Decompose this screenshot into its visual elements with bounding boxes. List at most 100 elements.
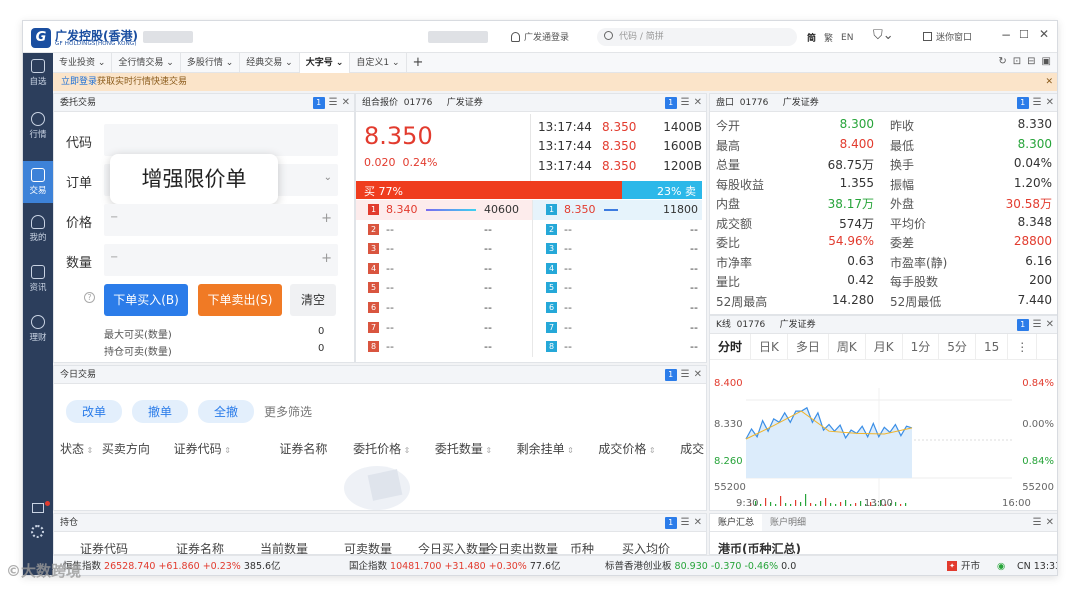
stock-code[interactable]: 01776 — [404, 98, 433, 108]
menu-icon[interactable]: ☰ — [1033, 517, 1042, 529]
close-panel-icon[interactable]: ✕ — [342, 97, 350, 109]
menu-icon[interactable]: ☰ — [1033, 97, 1042, 109]
table-column-header[interactable]: 证券名称 — [279, 440, 353, 457]
message-icon[interactable] — [32, 503, 44, 513]
briefcase-icon[interactable]: ⊟ — [1027, 56, 1035, 67]
kline-tab[interactable]: 多日 — [788, 333, 829, 360]
lang-traditional[interactable]: 繁 — [824, 31, 833, 44]
price-minus-button[interactable]: − — [110, 212, 118, 223]
menu-icon[interactable]: ☰ — [681, 369, 690, 381]
table-column-header[interactable]: 今日卖出数量 — [486, 540, 570, 554]
minimize-icon[interactable]: − — [1001, 28, 1011, 42]
add-tab-button[interactable]: + — [407, 53, 430, 73]
tab-account-summary[interactable]: 账户汇总 — [710, 514, 763, 531]
kline-tab[interactable]: 分时 — [710, 333, 752, 360]
index-hsi[interactable]: 恒生指数 26528.740 +61.860 +0.23% 385.6亿 — [63, 556, 281, 575]
skin-shirt-icon[interactable]: ⛉⌄ — [873, 28, 894, 43]
menu-icon[interactable]: ☰ — [1033, 319, 1042, 331]
table-column-header[interactable]: 证券代码 ⇕ — [174, 440, 280, 457]
tab-pro[interactable]: 专业投资 ⌄ — [53, 52, 113, 73]
kline-tab[interactable]: 15 — [976, 333, 1009, 360]
stock-code[interactable]: 01776 — [737, 320, 766, 330]
close-panel-icon[interactable]: ✕ — [694, 369, 702, 381]
kline-tab[interactable]: ⋮ — [1008, 333, 1038, 360]
clear-button[interactable]: 清空 — [290, 284, 336, 316]
mini-window-button[interactable]: 迷你窗口 — [923, 30, 972, 43]
close-notice-icon[interactable]: ✕ — [1045, 73, 1053, 91]
table-column-header[interactable]: 买入均价 — [622, 540, 692, 554]
kline-tab[interactable]: 周K — [829, 333, 866, 360]
table-column-header[interactable]: 剩余挂单 ⇕ — [517, 440, 599, 457]
help-icon[interactable]: ? — [84, 292, 95, 303]
index-gem[interactable]: 标普香港创业板 80.930 -0.370 -0.46% 0.0 — [605, 556, 796, 575]
close-icon[interactable]: ✕ — [1039, 27, 1049, 41]
refresh-icon[interactable]: ↻ — [998, 56, 1006, 67]
lock-icon[interactable]: ⊡ — [1013, 56, 1021, 67]
modify-order-button[interactable]: 改单 — [66, 400, 123, 423]
menu-icon[interactable]: ☰ — [329, 97, 338, 109]
close-panel-icon[interactable]: ✕ — [1046, 97, 1054, 109]
sidebar-item-wealth[interactable]: 理财 — [23, 311, 53, 347]
tab-full-market[interactable]: 全行情交易 ⌄ — [112, 52, 181, 73]
lang-simplified[interactable]: 简 — [807, 31, 816, 44]
close-panel-icon[interactable]: ✕ — [1046, 319, 1054, 331]
sidebar-item-mine[interactable]: 我的 — [23, 211, 53, 247]
tab-account-detail[interactable]: 账户明细 — [762, 514, 814, 531]
gdt-login-button[interactable]: 广发通登录 — [511, 30, 569, 43]
login-now-link[interactable]: 立即登录 — [61, 77, 97, 87]
close-panel-icon[interactable]: ✕ — [694, 97, 702, 109]
table-column-header[interactable]: 今日买入数量 — [418, 540, 490, 554]
link-group-icon[interactable]: 1 — [1016, 97, 1029, 109]
link-group-icon[interactable]: 1 — [664, 369, 677, 381]
kline-tab[interactable]: 日K — [751, 333, 788, 360]
sidebar-item-news[interactable]: 资讯 — [23, 261, 53, 297]
table-column-header[interactable]: 币种 — [570, 540, 622, 554]
tab-custom1[interactable]: 自定义1 ⌄ — [350, 52, 407, 73]
stock-code[interactable]: 01776 — [740, 98, 769, 108]
tab-large-font[interactable]: 大字号 ⌄ — [299, 52, 351, 73]
tab-multi-stock[interactable]: 多股行情 ⌄ — [181, 52, 241, 73]
table-column-header[interactable]: 可卖数量 — [344, 540, 418, 554]
table-column-header[interactable]: 证券名称 — [176, 540, 260, 554]
index-hscei[interactable]: 国企指数 10481.700 +31.480 +0.30% 77.6亿 — [349, 556, 561, 575]
buy-button[interactable]: 下单买入(B) — [104, 284, 188, 316]
quantity-stepper[interactable]: − + — [104, 244, 338, 276]
table-column-header[interactable]: 当前数量 — [260, 540, 344, 554]
tab-classic[interactable]: 经典交易 ⌄ — [240, 52, 300, 73]
table-column-header[interactable]: 成交 — [680, 440, 706, 457]
qty-minus-button[interactable]: − — [110, 252, 118, 263]
table-column-header[interactable]: 状态 ⇕ — [60, 440, 102, 457]
maximize-icon[interactable]: ☐ — [1019, 28, 1029, 41]
kline-tab[interactable]: 月K — [866, 333, 903, 360]
sell-button[interactable]: 下单卖出(S) — [198, 284, 282, 316]
link-group-icon[interactable]: 1 — [312, 97, 325, 109]
qty-plus-button[interactable]: + — [321, 251, 332, 266]
menu-icon[interactable]: ☰ — [681, 97, 690, 109]
cancel-all-button[interactable]: 全撤 — [198, 400, 255, 423]
sidebar-item-market[interactable]: 行情 — [23, 108, 53, 144]
price-stepper[interactable]: − + — [104, 204, 338, 236]
link-group-icon[interactable]: 1 — [664, 97, 677, 109]
kline-tab[interactable]: 1分 — [903, 333, 940, 360]
sidebar-item-trade[interactable]: 交易 — [23, 161, 53, 203]
link-group-icon[interactable]: 1 — [664, 517, 677, 529]
settings-gear-icon[interactable] — [31, 525, 44, 538]
sidebar-item-watchlist[interactable]: 自选 — [23, 55, 53, 91]
close-panel-icon[interactable]: ✕ — [694, 517, 702, 529]
table-column-header[interactable]: 委托价格 ⇕ — [353, 440, 435, 457]
kline-tab[interactable]: 5分 — [939, 333, 976, 360]
code-input[interactable] — [104, 124, 338, 156]
close-panel-icon[interactable]: ✕ — [1046, 517, 1054, 529]
table-column-header[interactable]: 证券代码 — [80, 540, 176, 554]
link-group-icon[interactable]: 1 — [1016, 319, 1029, 331]
menu-icon[interactable]: ☰ — [681, 517, 690, 529]
table-column-header[interactable]: 买卖方向 — [102, 440, 174, 457]
table-column-header[interactable]: 委托数量 ⇕ — [435, 440, 517, 457]
price-plus-button[interactable]: + — [321, 211, 332, 226]
lang-english[interactable]: EN — [841, 33, 853, 43]
more-filters-link[interactable]: 更多筛选 — [264, 403, 312, 420]
table-column-header[interactable]: 成交价格 ⇕ — [598, 440, 680, 457]
search-input[interactable]: 代码 / 简拼 — [597, 28, 797, 46]
save-icon[interactable]: ▣ — [1042, 56, 1051, 67]
cancel-order-button[interactable]: 撤单 — [132, 400, 189, 423]
